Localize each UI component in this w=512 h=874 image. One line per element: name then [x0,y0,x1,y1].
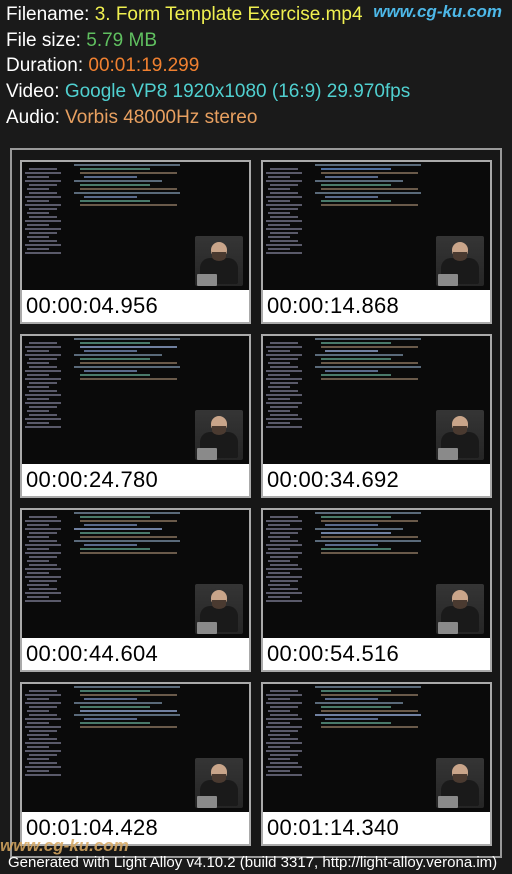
thumbnail-timestamp: 00:01:14.340 [263,812,490,844]
code-editor-main [70,686,246,756]
row-video: Video: Google VP8 1920x1080 (16:9) 29.97… [6,79,506,105]
thumbnail-image [22,162,249,290]
presenter-overlay [195,584,243,634]
generator-footer: Generated with Light Alloy v4.10.2 (buil… [8,854,497,871]
code-editor-main [311,512,487,582]
row-filesize: File size: 5.79 MB [6,28,506,54]
label-filesize: File size: [6,30,86,51]
code-editor-sidebar [266,342,306,462]
presenter-overlay [436,410,484,460]
label-filename: Filename: [6,4,95,25]
value-filesize: 5.79 MB [86,30,157,51]
watermark-bottom: www.cg-ku.com [0,836,129,856]
thumbnail-grid: 00:00:04.956 00:00:14.868 00:00:24.780 [20,160,492,846]
watermark-top: www.cg-ku.com [373,2,502,22]
thumbnail-image [263,510,490,638]
code-editor-sidebar [25,516,65,636]
value-audio: Vorbis 48000Hz stereo [65,107,257,128]
code-editor-main [311,338,487,408]
thumbnail-timestamp: 00:00:04.956 [22,290,249,322]
value-filename: 3. Form Template Exercise.mp4 [95,4,363,25]
code-editor-sidebar [25,168,65,288]
code-editor-sidebar [25,342,65,462]
presenter-overlay [195,410,243,460]
thumbnail-image [263,336,490,464]
thumbnail-cell: 00:00:14.868 [261,160,492,324]
presenter-overlay [436,584,484,634]
thumbnail-timestamp: 00:00:24.780 [22,464,249,496]
presenter-overlay [436,758,484,808]
thumbnail-cell: 00:00:34.692 [261,334,492,498]
label-audio: Audio: [6,107,65,128]
label-duration: Duration: [6,55,88,76]
thumbnail-image [22,336,249,464]
thumbnail-cell: 00:00:24.780 [20,334,251,498]
thumbnail-image [22,510,249,638]
row-duration: Duration: 00:01:19.299 [6,53,506,79]
presenter-overlay [195,758,243,808]
code-editor-main [70,512,246,582]
value-duration: 00:01:19.299 [88,55,199,76]
thumbnail-image [263,162,490,290]
label-video: Video: [6,81,65,102]
code-editor-main [70,164,246,234]
thumbnail-cell: 00:01:14.340 [261,682,492,846]
code-editor-main [311,164,487,234]
code-editor-main [70,338,246,408]
code-editor-sidebar [25,690,65,810]
code-editor-main [311,686,487,756]
code-editor-sidebar [266,516,306,636]
presenter-overlay [195,236,243,286]
code-editor-sidebar [266,168,306,288]
thumbnail-cell: 00:00:44.604 [20,508,251,672]
thumbnail-image [22,684,249,812]
thumbnail-timestamp: 00:00:54.516 [263,638,490,670]
row-audio: Audio: Vorbis 48000Hz stereo [6,105,506,131]
value-video: Google VP8 1920x1080 (16:9) 29.970fps [65,81,410,102]
thumbnail-image [263,684,490,812]
thumbnail-cell: 00:01:04.428 [20,682,251,846]
presenter-overlay [436,236,484,286]
thumbnail-timestamp: 00:00:44.604 [22,638,249,670]
thumbnail-timestamp: 00:00:34.692 [263,464,490,496]
thumbnail-cell: 00:00:04.956 [20,160,251,324]
code-editor-sidebar [266,690,306,810]
thumbnail-area: 00:00:04.956 00:00:14.868 00:00:24.780 [10,148,502,858]
thumbnail-timestamp: 00:00:14.868 [263,290,490,322]
thumbnail-cell: 00:00:54.516 [261,508,492,672]
